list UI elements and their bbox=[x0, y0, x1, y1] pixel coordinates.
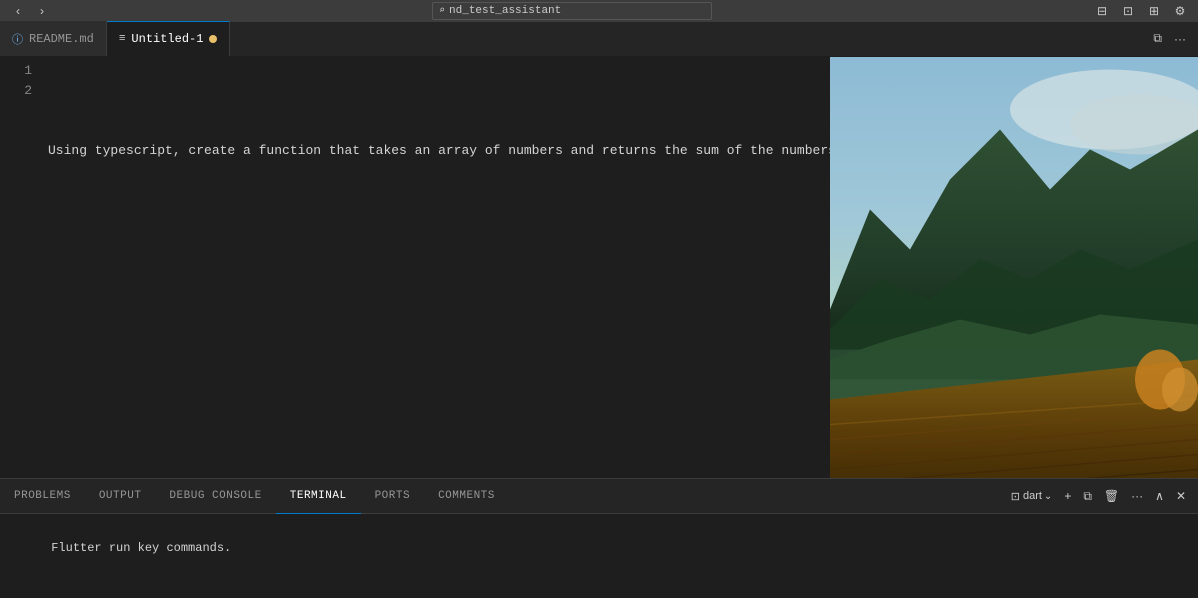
tab-readme-label: README.md bbox=[29, 32, 94, 46]
search-bar[interactable]: ⌕ bbox=[432, 2, 712, 20]
editor-content[interactable]: 1 2 Using typescript, create a function … bbox=[0, 57, 830, 478]
editor-pane: 1 2 Using typescript, create a function … bbox=[0, 57, 830, 478]
mountain-svg bbox=[830, 57, 1198, 478]
back-button[interactable]: ‹ bbox=[8, 3, 28, 19]
panel-tabs: PROBLEMS OUTPUT DEBUG CONSOLE TERMINAL P… bbox=[0, 479, 1198, 514]
tab-output[interactable]: OUTPUT bbox=[85, 479, 156, 514]
close-panel-button[interactable]: ✕ bbox=[1172, 487, 1190, 505]
more-actions-icon: ··· bbox=[1174, 32, 1186, 46]
maximize-icon: ∧ bbox=[1155, 489, 1164, 503]
search-input[interactable] bbox=[449, 5, 705, 17]
more-actions-button[interactable]: ··· bbox=[1170, 30, 1190, 48]
plus-icon: + bbox=[1064, 489, 1071, 503]
code-content[interactable]: Using typescript, create a function that… bbox=[40, 61, 830, 478]
forward-button[interactable]: › bbox=[32, 3, 52, 19]
tab-untitled1-label: Untitled-1 bbox=[131, 32, 203, 46]
output-label: OUTPUT bbox=[99, 490, 142, 502]
more-panel-button[interactable]: ··· bbox=[1127, 487, 1147, 505]
search-icon: ⌕ bbox=[439, 5, 445, 17]
split-terminal-button[interactable]: ⧉ bbox=[1079, 487, 1096, 506]
close-panel-icon: ✕ bbox=[1176, 489, 1186, 503]
tab-ports[interactable]: PORTS bbox=[361, 479, 425, 514]
terminal-icon: ⊡ bbox=[1011, 490, 1020, 503]
bottom-panel: PROBLEMS OUTPUT DEBUG CONSOLE TERMINAL P… bbox=[0, 478, 1198, 598]
landscape-background bbox=[830, 57, 1198, 478]
settings-icon: ⚙ bbox=[1175, 4, 1186, 18]
trash-icon: 🗑 bbox=[1104, 489, 1119, 503]
back-icon: ‹ bbox=[16, 4, 20, 18]
trash-button[interactable]: 🗑 bbox=[1100, 487, 1123, 505]
right-pane bbox=[830, 57, 1198, 478]
layout-side-button[interactable]: ⊞ bbox=[1144, 3, 1164, 19]
tab-untitled1-icon: ≡ bbox=[119, 33, 126, 45]
ports-label: PORTS bbox=[375, 490, 411, 502]
terminal-shell-label: dart bbox=[1023, 490, 1042, 502]
new-terminal-button[interactable]: + bbox=[1060, 487, 1075, 505]
comments-label: COMMENTS bbox=[438, 490, 495, 502]
tab-bar: ⓘ README.md ≡ Untitled-1 ⧉ ··· bbox=[0, 22, 1198, 57]
more-panel-icon: ··· bbox=[1131, 489, 1143, 503]
top-bar-right: ⊟ ⊡ ⊞ ⚙ bbox=[1092, 3, 1190, 19]
tab-modified-dot bbox=[209, 35, 217, 43]
chevron-down-icon: ⌄ bbox=[1044, 491, 1052, 502]
code-line-2: Using typescript, create a function that… bbox=[48, 141, 830, 161]
top-bar: ‹ › ⌕ ⊟ ⊡ ⊞ ⚙ bbox=[0, 0, 1198, 22]
tab-bar-actions: ⧉ ··· bbox=[1141, 21, 1198, 56]
tab-readme[interactable]: ⓘ README.md bbox=[0, 21, 107, 56]
terminal-shell-indicator[interactable]: ⊡ dart ⌄ bbox=[1007, 488, 1057, 505]
terminal-line-1: Flutter run key commands. bbox=[8, 518, 1190, 578]
panel-content: Flutter run key commands. Hot reload. 🔥🔥… bbox=[0, 514, 1198, 598]
tab-problems[interactable]: PROBLEMS bbox=[0, 479, 85, 514]
forward-icon: › bbox=[40, 4, 44, 18]
tab-readme-icon: ⓘ bbox=[12, 31, 23, 47]
line-number-1: 1 bbox=[8, 61, 32, 81]
layout-grid-button[interactable]: ⊟ bbox=[1092, 3, 1112, 19]
layout-split-button[interactable]: ⊡ bbox=[1118, 3, 1138, 19]
tab-comments[interactable]: COMMENTS bbox=[424, 479, 509, 514]
settings-button[interactable]: ⚙ bbox=[1170, 3, 1190, 19]
terminal-label: TERMINAL bbox=[290, 490, 347, 502]
layout-grid-icon: ⊟ bbox=[1097, 4, 1107, 18]
tab-terminal[interactable]: TERMINAL bbox=[276, 479, 361, 514]
tab-debug-console[interactable]: DEBUG CONSOLE bbox=[155, 479, 275, 514]
main-area: 1 2 Using typescript, create a function … bbox=[0, 57, 1198, 478]
line-number-2: 2 bbox=[8, 81, 32, 101]
top-bar-left: ‹ › bbox=[8, 3, 52, 19]
problems-label: PROBLEMS bbox=[14, 490, 71, 502]
terminal-line-2: Hot reload. 🔥🔥🔥 bbox=[8, 578, 1190, 598]
split-terminal-icon: ⧉ bbox=[1083, 489, 1092, 504]
split-editor-icon: ⧉ bbox=[1153, 31, 1162, 46]
maximize-panel-button[interactable]: ∧ bbox=[1151, 487, 1168, 505]
layout-side-icon: ⊞ bbox=[1149, 4, 1159, 18]
layout-split-icon: ⊡ bbox=[1123, 4, 1133, 18]
panel-tab-actions: ⊡ dart ⌄ + ⧉ 🗑 ··· ∧ ✕ bbox=[999, 487, 1198, 506]
line-numbers: 1 2 bbox=[0, 61, 40, 478]
tab-untitled1[interactable]: ≡ Untitled-1 bbox=[107, 21, 231, 56]
split-editor-button[interactable]: ⧉ bbox=[1149, 29, 1166, 48]
debug-console-label: DEBUG CONSOLE bbox=[169, 490, 261, 502]
